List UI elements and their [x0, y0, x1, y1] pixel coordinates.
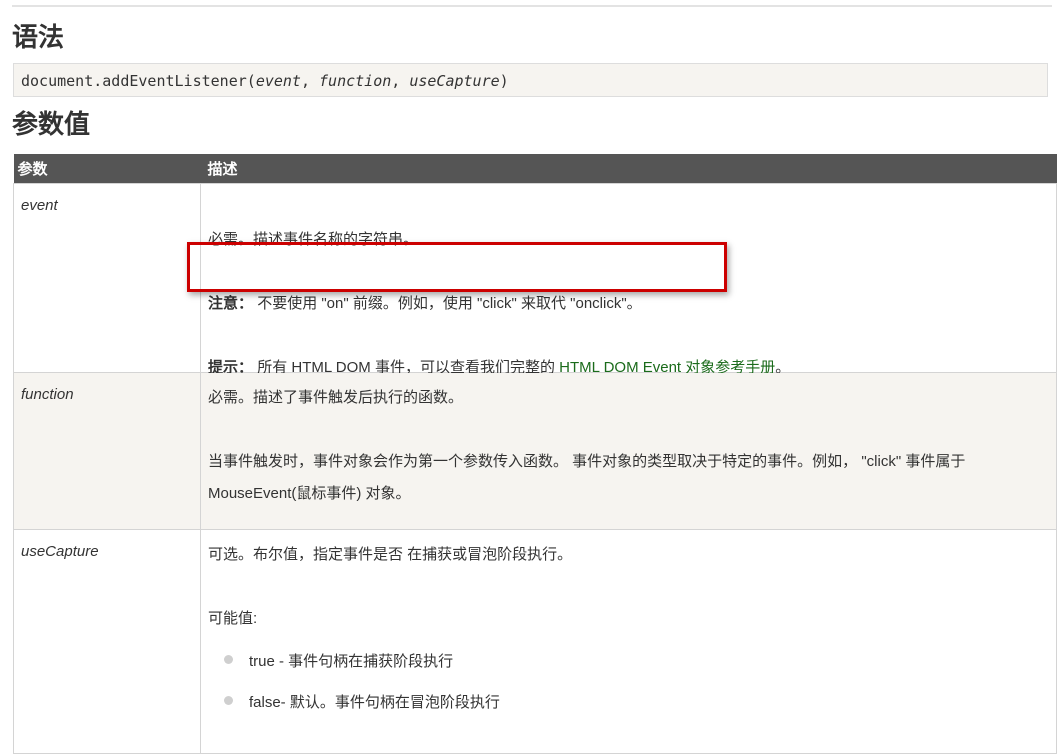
bullet-icon — [224, 655, 233, 664]
table-row: function 必需。描述了事件触发后执行的函数。 当事件触发时，事件对象会作… — [13, 372, 1057, 530]
table-header-row: 参数 描述 — [13, 154, 1057, 184]
code-arg-event: event — [255, 72, 301, 90]
list-item: false- 默认。事件句柄在冒泡阶段执行 — [249, 694, 500, 711]
code-arg-usecapture: useCapture — [409, 72, 500, 90]
desc-line: 当事件触发时，事件对象会作为第一个参数传入函数。 事件对象的类型取决于特定的事件… — [208, 453, 966, 470]
code-arg-function: function — [319, 72, 392, 90]
desc-line: 必需。描述了事件触发后执行的函数。 — [208, 389, 464, 406]
param-name-usecapture: useCapture — [13, 529, 201, 754]
note-text: 不要使用 "on" 前缀。例如，使用 "click" 来取代 "onclick"… — [257, 295, 642, 312]
list-item: true - 事件句柄在捕获阶段执行 — [249, 653, 454, 670]
col-header-param: 参数 — [13, 154, 201, 184]
code-sep: , — [300, 72, 320, 90]
desc-line: MouseEvent(鼠标事件) 对象。 — [208, 485, 411, 502]
desc-line: 可选。布尔值，指定事件是否 在捕获或冒泡阶段执行。 — [208, 546, 573, 563]
note-line: 注意： 不要使用 "on" 前缀。例如，使用 "click" 来取代 "oncl… — [208, 292, 642, 313]
param-desc-usecapture: 可选。布尔值，指定事件是否 在捕获或冒泡阶段执行。 可能值: true - 事件… — [200, 529, 1057, 754]
syntax-code-block: document.addEventListener(event, functio… — [13, 63, 1048, 97]
syntax-heading: 语法 — [12, 23, 65, 53]
possible-values-label: 可能值: — [208, 610, 258, 627]
bullet-icon — [224, 696, 233, 705]
highlight-annotation-box — [187, 242, 727, 292]
params-heading: 参数值 — [12, 110, 91, 140]
col-header-desc: 描述 — [200, 154, 1057, 184]
code-prefix: document.addEventListener( — [21, 72, 256, 90]
top-divider — [12, 5, 1052, 7]
param-name-event: event — [13, 183, 201, 373]
code-suffix: ) — [499, 72, 509, 90]
param-desc-function: 必需。描述了事件触发后执行的函数。 当事件触发时，事件对象会作为第一个参数传入函… — [200, 372, 1057, 530]
note-label: 注意： — [208, 295, 254, 312]
code-sep: , — [391, 72, 410, 90]
table-row: useCapture 可选。布尔值，指定事件是否 在捕获或冒泡阶段执行。 可能值… — [13, 529, 1057, 754]
param-name-function: function — [13, 372, 201, 530]
